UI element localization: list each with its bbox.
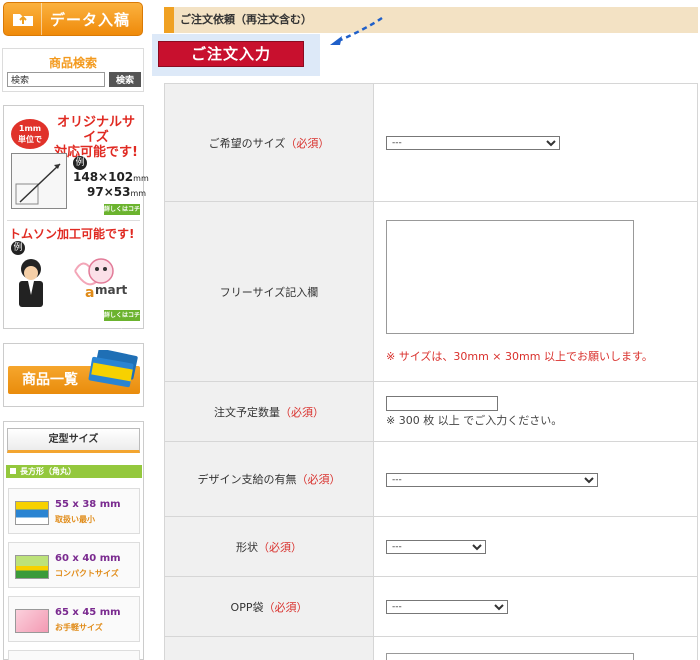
thomson-promo[interactable]: トムソン加工可能です! 例 a mart 詳しくはコチラ	[7, 220, 140, 330]
design-label: デザイン支給の有無（必須）	[164, 441, 374, 517]
one-mm-badge: 1mm 単位で	[11, 119, 49, 149]
form-row-design: デザイン支給の有無（必須） ---	[164, 441, 698, 517]
main-content: ご注文依頼（再注文含む） ご注文入力 ご希望のサイズ（必須） --- フリーサイ…	[152, 0, 698, 660]
data-upload-button[interactable]: データ入稿	[3, 2, 143, 36]
size-diagram	[11, 153, 67, 209]
product-list-banner[interactable]: 商品一覧	[3, 343, 144, 407]
standard-sizes-panel: 定型サイズ 長方形（角丸） 55 x 38 mm 取扱い最小 60 x 40 m…	[3, 421, 144, 660]
pointer-arrow-icon	[330, 16, 383, 45]
size-thumbnail	[15, 555, 49, 579]
free-size-textarea[interactable]	[386, 219, 634, 334]
design-select[interactable]: ---	[386, 472, 598, 487]
product-search: 商品検索 検索	[2, 48, 144, 92]
quantity-input[interactable]	[386, 395, 498, 411]
size-caption: 取扱い最小	[55, 515, 95, 524]
folder-upload-icon	[4, 3, 42, 35]
category-rounded-rect: 長方形（角丸）	[6, 465, 142, 478]
shape-select[interactable]: ---	[386, 540, 486, 554]
form-row-shape: 形状（必須） ---	[164, 516, 698, 577]
form-row-size: ご希望のサイズ（必須） ---	[164, 83, 698, 202]
more-info-link[interactable]: 詳しくはコチラ	[104, 204, 140, 224]
order-form: ご希望のサイズ（必須） --- フリーサイズ記入欄 ※ サイズは、30mm × …	[164, 83, 698, 660]
quantity-note: ※ 300 枚 以上 でご入力ください。	[386, 413, 563, 427]
size-label: ご希望のサイズ（必須）	[164, 83, 374, 202]
form-row-opp: OPP袋（必須） ---	[164, 576, 698, 637]
size-item[interactable]: 65 x 45 mm お手軽サイズ	[8, 596, 140, 642]
example-size-1: 148×102mm	[73, 170, 149, 184]
opp-select[interactable]: ---	[386, 600, 508, 614]
size-item[interactable]: 55 x 38 mm 取扱い最小	[8, 488, 140, 534]
next-field[interactable]	[386, 653, 634, 660]
size-caption: お手軽サイズ	[55, 623, 103, 632]
search-input[interactable]	[7, 72, 105, 87]
size-item[interactable]	[8, 650, 140, 660]
search-button[interactable]: 検索	[109, 72, 141, 87]
size-thumbnail	[15, 609, 49, 633]
free-size-label: フリーサイズ記入欄	[164, 201, 374, 382]
more-info-link[interactable]: 詳しくはコチラ	[104, 310, 140, 330]
svg-text:a: a	[85, 285, 94, 301]
brand-mart: mart	[95, 283, 128, 297]
promo-banner: 1mm 単位で オリジナルサイズ 対応可能です! 例 148×102mm 97×5…	[3, 105, 149, 330]
data-upload-label: データ入稿	[50, 10, 131, 29]
shape-label: 形状（必須）	[164, 516, 374, 577]
size-item[interactable]: 60 x 40 mm コンパクトサイズ	[8, 542, 140, 588]
form-row-next	[164, 636, 698, 660]
size-dimension: 60 x 40 mm	[55, 553, 121, 564]
order-input-button[interactable]: ご注文入力	[158, 41, 304, 67]
form-row-free-size: フリーサイズ記入欄 ※ サイズは、30mm × 30mm 以上でお願いします。	[164, 201, 698, 382]
section-title: ご注文依頼（再注文含む）	[164, 7, 698, 33]
order-button-highlight: ご注文入力	[152, 34, 320, 76]
example-mark: 例	[11, 241, 25, 255]
size-thumbnail	[15, 501, 49, 525]
form-row-quantity: 注文予定数量（必須） ※ 300 枚 以上 でご入力ください。	[164, 381, 698, 442]
thomson-sample-illustration: a	[19, 258, 114, 307]
example-size-2: 97×53mm	[87, 185, 147, 199]
size-select[interactable]: ---	[386, 136, 560, 150]
free-size-note: ※ サイズは、30mm × 30mm 以上でお願いします。	[386, 349, 653, 363]
size-dimension: 55 x 38 mm	[55, 499, 121, 510]
size-caption: コンパクトサイズ	[55, 569, 119, 578]
thomson-headline: トムソン加工可能です!	[9, 227, 135, 241]
size-dimension: 65 x 45 mm	[55, 607, 121, 618]
standard-sizes-heading[interactable]: 定型サイズ	[7, 428, 140, 453]
original-size-promo[interactable]: 1mm 単位で オリジナルサイズ 対応可能です! 例 148×102mm 97×5…	[7, 109, 149, 224]
search-title: 商品検索	[48, 56, 97, 70]
example-mark: 例	[73, 156, 87, 170]
sidebar: データ入稿 商品検索 検索 1mm単位で オリジナルサイズ 対応可能です! 例 …	[0, 0, 149, 660]
opp-label: OPP袋（必須）	[164, 576, 374, 637]
sticker-cards-icon	[88, 350, 138, 388]
quantity-label: 注文予定数量（必須）	[164, 381, 374, 442]
